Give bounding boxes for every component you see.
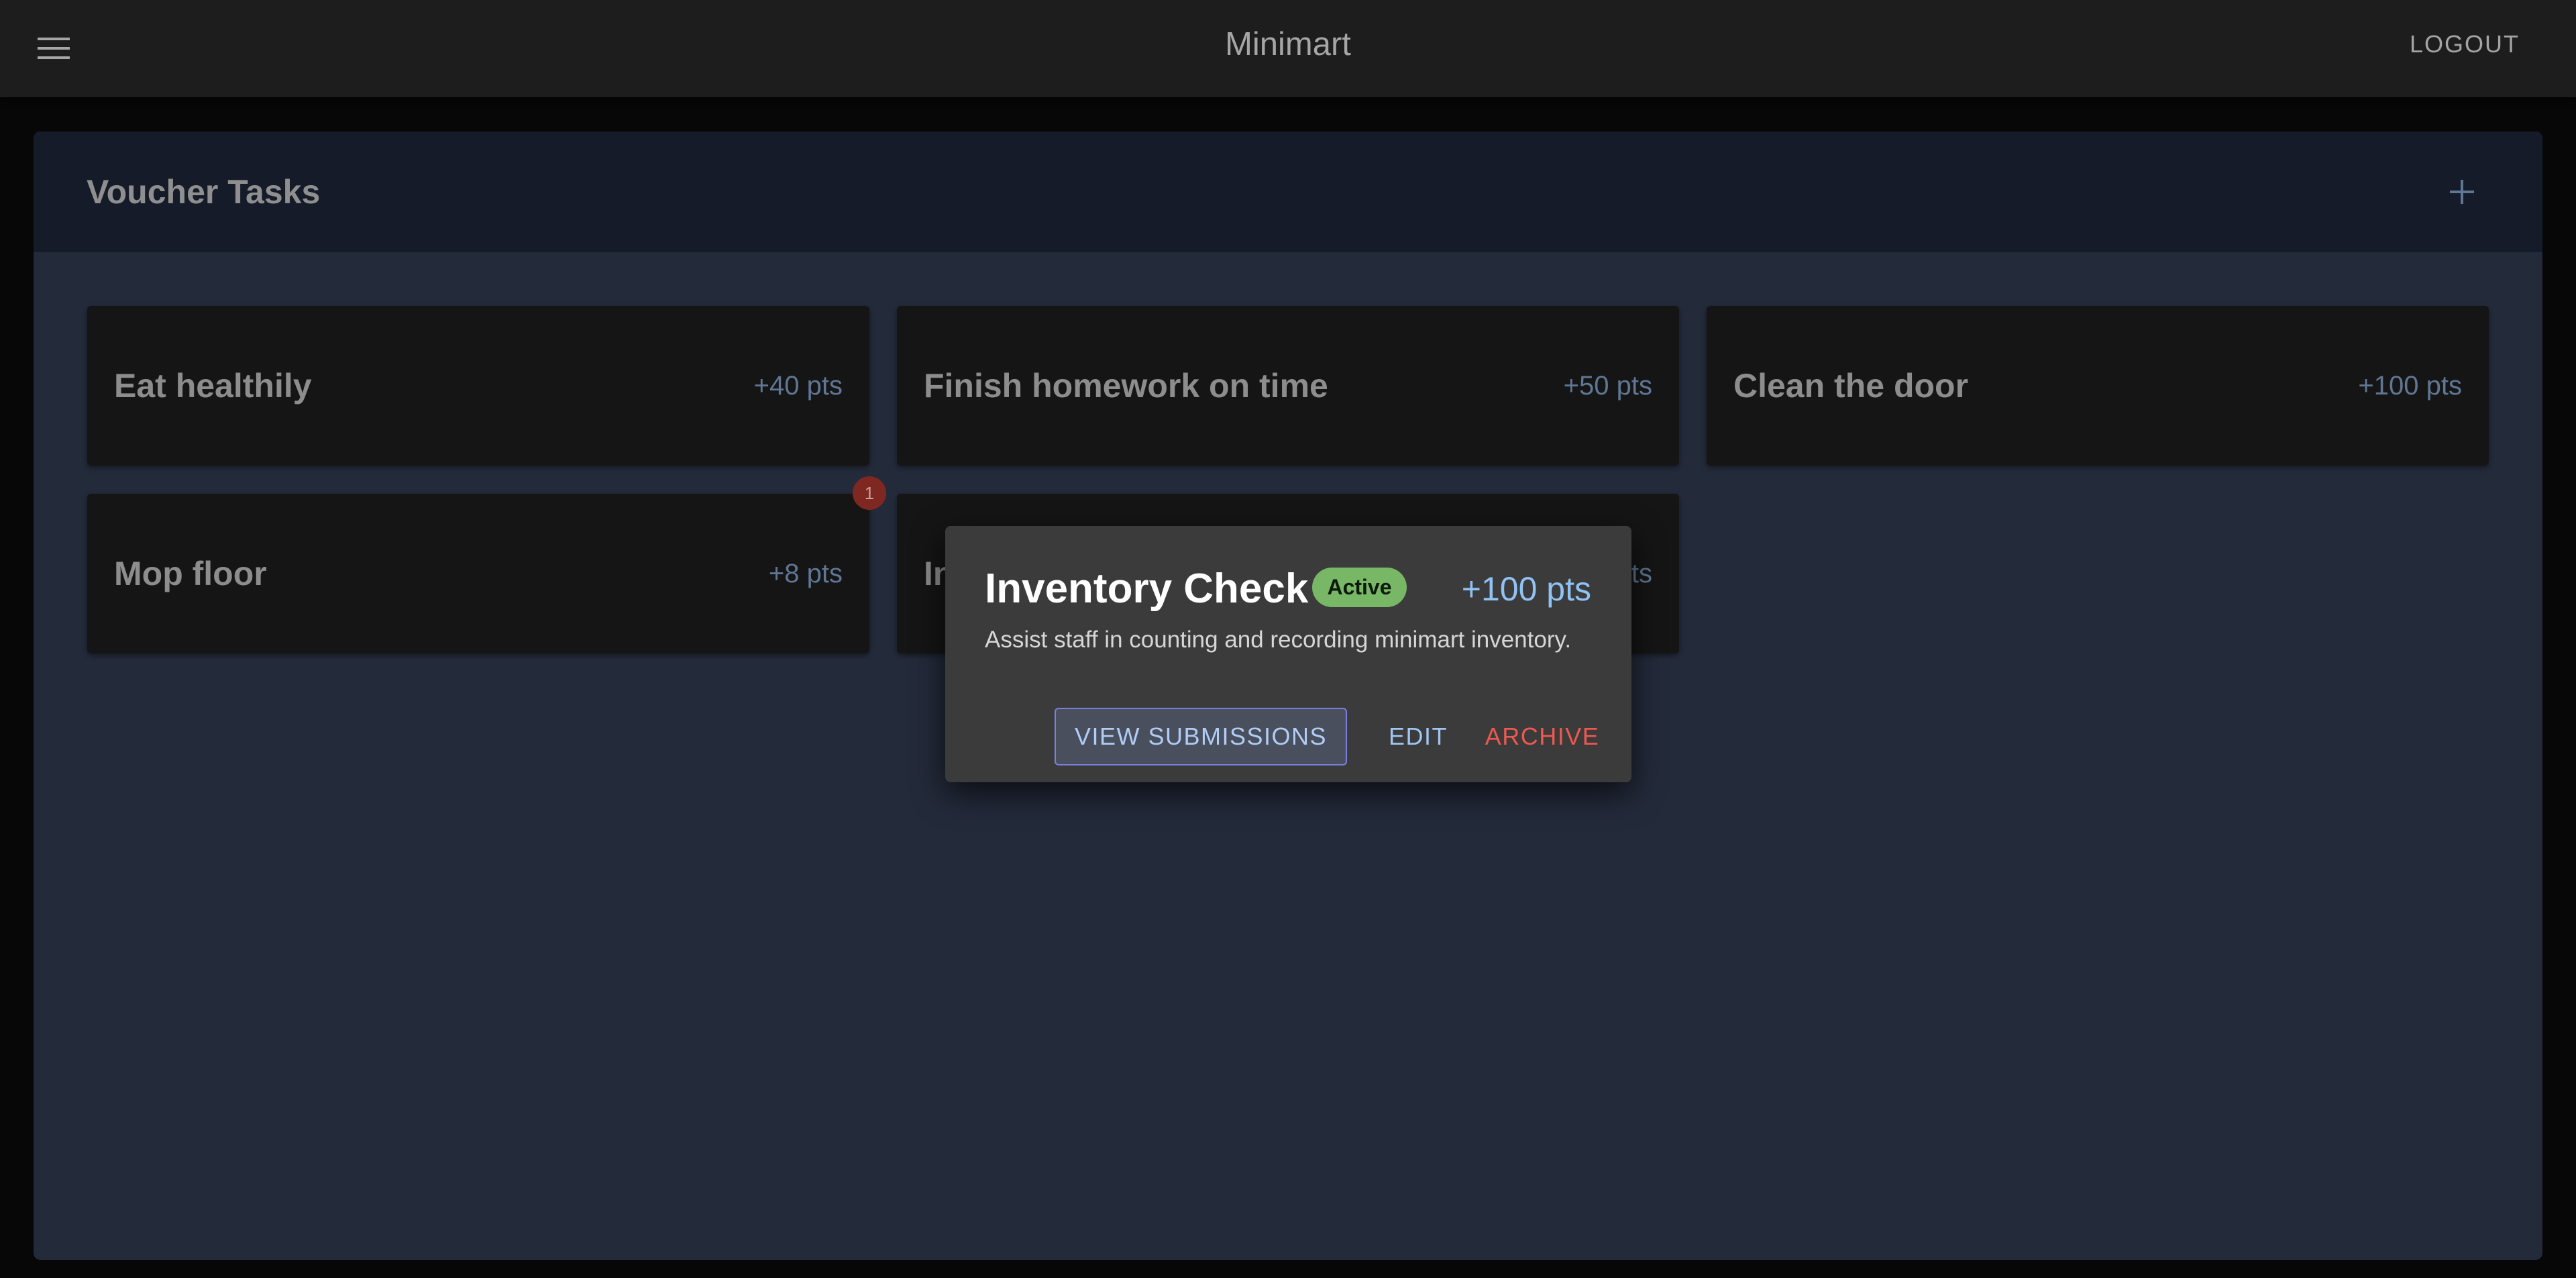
- status-badge: Active: [1312, 568, 1407, 607]
- view-submissions-button[interactable]: VIEW SUBMISSIONS: [1055, 708, 1347, 765]
- task-detail-dialog: Inventory Check Active +100 pts Assist s…: [945, 526, 1631, 782]
- dialog-description: Assist staff in counting and recording m…: [985, 627, 1572, 653]
- archive-button[interactable]: ARCHIVE: [1482, 708, 1603, 765]
- edit-button[interactable]: EDIT: [1375, 708, 1462, 765]
- dialog-title: Inventory Check: [985, 566, 1309, 612]
- dialog-points: +100 pts: [1461, 570, 1591, 608]
- app-root: Minimart LOGOUT Voucher Tasks Eat health…: [0, 0, 2576, 1278]
